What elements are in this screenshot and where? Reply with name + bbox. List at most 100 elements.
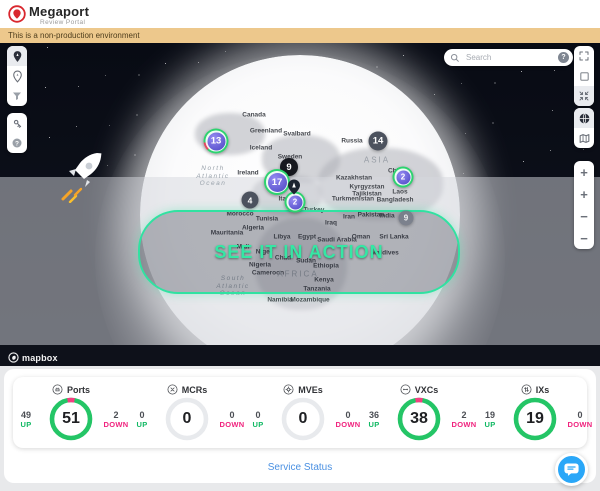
star [552, 110, 553, 111]
cluster-marker-2[interactable]: 2 [285, 192, 306, 213]
stat-total: 0 [280, 396, 326, 442]
stat-header: Ports [52, 384, 90, 395]
stat-header: IXs [521, 384, 550, 395]
star [554, 70, 555, 71]
stat-total: 51 [48, 396, 94, 442]
star [165, 63, 166, 64]
stat-card-ixs: IXs 19UP 19 0DOWN [477, 377, 593, 448]
star [136, 114, 138, 116]
key-tool-icon [11, 117, 24, 130]
star [583, 149, 584, 150]
star [461, 83, 462, 84]
cluster-marker-14[interactable]: 14 [369, 132, 388, 151]
map-bottom-strip [0, 345, 600, 366]
mapbox-attribution[interactable]: mapbox [8, 352, 58, 363]
star [434, 94, 435, 95]
stat-ring: 0 [280, 396, 326, 442]
box-select-button[interactable] [574, 66, 594, 86]
cluster-marker-13[interactable]: 13 [204, 129, 229, 154]
star [198, 62, 199, 63]
control-group-mode [574, 108, 594, 148]
stat-ring: 19 [512, 396, 558, 442]
key-tool-button[interactable] [7, 113, 27, 133]
globe-view-button[interactable] [574, 108, 594, 128]
star [138, 74, 140, 76]
star [492, 122, 494, 124]
star [47, 47, 48, 48]
mcr-icon [167, 384, 178, 395]
stat-ring: 38 [396, 396, 442, 442]
cluster-marker-2[interactable]: 2 [393, 167, 414, 188]
star [76, 126, 77, 127]
location-pin-filled-icon [11, 50, 24, 63]
zoom-in-button[interactable]: + [574, 161, 594, 183]
zoom-out-button[interactable]: − [574, 205, 594, 227]
flat-map-view-button[interactable] [574, 128, 594, 148]
star [550, 150, 551, 151]
zoom-in-button[interactable]: + [574, 183, 594, 205]
down-count: 2DOWN [451, 410, 477, 429]
down-count: 0DOWN [219, 410, 245, 429]
cluster-marker-17[interactable]: 17 [264, 169, 290, 195]
stat-header: MVEs [283, 384, 323, 395]
stat-label: IXs [536, 385, 550, 395]
star [45, 87, 46, 88]
stat-ring: 51 [48, 396, 94, 442]
up-count: 19UP [477, 410, 503, 429]
star [521, 71, 522, 72]
zoom-out-icon: − [580, 210, 588, 223]
up-count: 0UP [129, 410, 155, 429]
marker-ring-gap: 17 [266, 171, 288, 193]
stat-card-ports: Ports49UP512DOWN [13, 377, 129, 448]
up-count: 0UP [245, 410, 271, 429]
world-map[interactable]: CanadaGreenlandSvalbardIcelandRussiaASIA… [0, 43, 600, 366]
chat-button[interactable] [555, 453, 588, 486]
service-status-row: Service Status [0, 457, 600, 475]
marker-ring-gap: 2 [287, 194, 304, 211]
environment-banner-text: This is a non-production environment [8, 31, 140, 40]
stat-total: 0 [164, 396, 210, 442]
filter-funnel-icon [11, 90, 23, 102]
fullscreen-icon [578, 50, 590, 62]
help-button[interactable]: ? [7, 133, 27, 153]
chat-bubble-icon [563, 461, 580, 478]
help-icon: ? [11, 137, 23, 149]
search-help-button[interactable]: ? [558, 52, 569, 63]
down-count: 0DOWN [567, 410, 593, 429]
marker-count: 13 [207, 132, 225, 150]
location-pin-filled-button[interactable] [7, 46, 27, 66]
zoom-out-button[interactable]: − [574, 227, 594, 249]
control-group-tools: ? [7, 113, 27, 153]
stat-total: 38 [396, 396, 442, 442]
stat-body: 0UP 0 0DOWN [129, 396, 245, 442]
filter-funnel-button[interactable] [7, 86, 27, 106]
search-input[interactable] [464, 52, 558, 63]
stat-label: Ports [67, 385, 90, 395]
flat-map-view-icon [578, 132, 591, 145]
marker-count: 2 [396, 170, 410, 184]
star [105, 75, 106, 76]
stat-label: MVEs [298, 385, 323, 395]
location-pin-outline-button[interactable] [7, 66, 27, 86]
cluster-marker-4[interactable]: 4 [242, 192, 259, 209]
stat-label: VXCs [415, 385, 439, 395]
rocket-pin-marker[interactable] [288, 180, 300, 195]
fullscreen-button[interactable] [574, 46, 594, 66]
cluster-marker-9[interactable]: 9 [399, 211, 414, 226]
rocket-icon [55, 147, 107, 208]
marker-count: 2 [288, 195, 302, 209]
marker-count: 17 [268, 173, 287, 192]
star [109, 125, 110, 126]
stat-header: VXCs [400, 384, 439, 395]
zoom-out-icon: − [580, 232, 588, 245]
star [465, 133, 466, 134]
stat-header: MCRs [167, 384, 208, 395]
service-status-link[interactable]: Service Status [268, 462, 332, 473]
fit-bounds-button[interactable] [574, 86, 594, 106]
box-select-icon [579, 71, 590, 82]
zoom-in-icon: + [580, 166, 588, 179]
stat-body: 49UP512DOWN [13, 396, 129, 442]
service-gauges: Ports49UP512DOWNMCRs0UP00DOWNMVEs0UP00DO… [13, 377, 587, 448]
star [403, 55, 404, 56]
ix-icon [521, 384, 532, 395]
